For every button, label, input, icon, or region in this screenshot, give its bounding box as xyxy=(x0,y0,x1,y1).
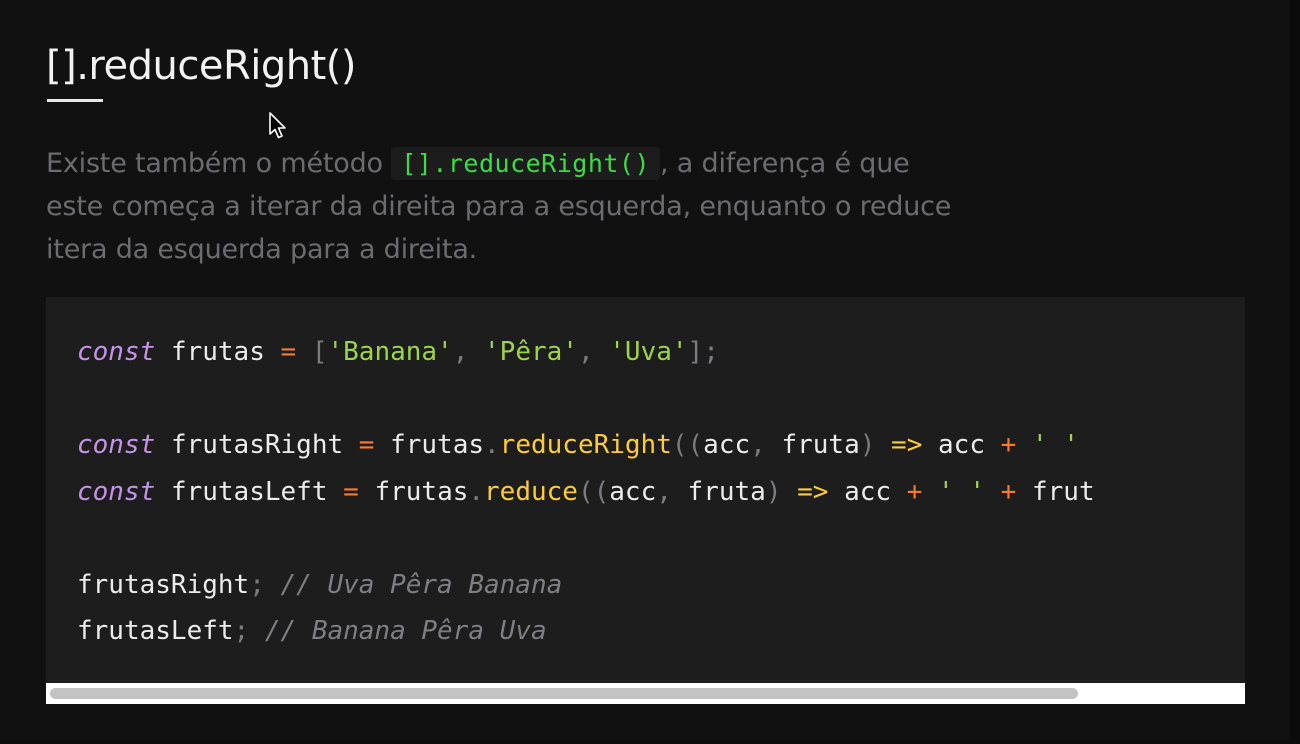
code-function: reduceRight xyxy=(499,430,672,460)
title-underline xyxy=(47,99,103,102)
code-operator: = xyxy=(343,476,359,507)
code-operator: + xyxy=(1000,476,1017,507)
code-string: 'Pêra' xyxy=(484,337,578,367)
code-punctuation: , xyxy=(656,476,672,507)
code-arrow: => xyxy=(891,430,923,460)
code-punctuation: (( xyxy=(671,430,704,460)
code-comment: // Banana Pêra Uva xyxy=(264,616,547,646)
code-punctuation: . xyxy=(468,476,485,507)
code-identifier: frutas xyxy=(374,476,469,507)
description-text: Existe também o método xyxy=(46,148,392,179)
slide-frame: [].reduceRight() Existe também o método … xyxy=(0,0,1290,740)
code-block[interactable]: const frutas = ['Banana', 'Pêra', 'Uva']… xyxy=(46,297,1245,683)
code-arrow: => xyxy=(797,476,829,507)
horizontal-scrollbar[interactable] xyxy=(46,683,1245,704)
code-punctuation: ; xyxy=(249,569,265,600)
description-text: itera da esquerda para a direita. xyxy=(46,234,478,265)
page-title: [].reduceRight() xyxy=(46,43,357,89)
code-identifier: frutasRight xyxy=(170,430,344,460)
code-string: 'Uva' xyxy=(609,337,688,367)
code-punctuation: . xyxy=(484,430,500,460)
code-punctuation: , xyxy=(577,337,594,367)
mouse-pointer-icon xyxy=(269,112,286,139)
code-comment: // Uva Pêra Banana xyxy=(280,569,563,600)
code-identifier: acc xyxy=(938,430,985,460)
code-punctuation: ) xyxy=(859,430,876,460)
code-function: reduce xyxy=(484,476,578,507)
code-identifier: acc xyxy=(703,430,751,460)
scrollbar-thumb[interactable] xyxy=(50,688,1078,699)
code-keyword: const xyxy=(77,430,156,460)
code-keyword: const xyxy=(77,337,156,367)
code-identifier: frutasLeft xyxy=(77,616,234,646)
code-identifier: acc xyxy=(844,476,892,507)
code-keyword: const xyxy=(77,476,156,507)
description: Existe também o método [].reduceRight(),… xyxy=(46,142,1166,271)
code-string: ' ' xyxy=(938,476,986,507)
code-punctuation: (( xyxy=(577,476,610,507)
code-punctuation: ]; xyxy=(687,337,719,367)
description-text: este começa a iterar da direita para a e… xyxy=(46,191,952,222)
code-identifier: frutasRight xyxy=(77,569,250,600)
inline-code: [].reduceRight() xyxy=(391,147,661,180)
code-identifier: frutas xyxy=(170,337,265,367)
code-operator: + xyxy=(906,476,923,507)
code-identifier: frutas xyxy=(390,430,485,460)
code-punctuation: ; xyxy=(233,616,250,646)
code-punctuation: ) xyxy=(765,476,782,507)
code-content: const frutas = ['Banana', 'Pêra', 'Uva']… xyxy=(77,329,1095,655)
code-operator: = xyxy=(358,430,375,460)
code-string: 'Banana' xyxy=(327,337,453,367)
code-identifier: frutasLeft xyxy=(170,476,328,507)
code-string: ' ' xyxy=(1031,430,1079,460)
code-punctuation: , xyxy=(750,430,766,460)
description-text: , a diferença é que xyxy=(660,148,910,179)
code-identifier: frut xyxy=(1031,476,1095,507)
code-punctuation: , xyxy=(452,337,469,367)
code-identifier: fruta xyxy=(781,430,860,460)
code-punctuation: [ xyxy=(311,337,328,367)
code-operator: + xyxy=(1000,430,1017,460)
code-operator: = xyxy=(280,337,297,367)
code-identifier: acc xyxy=(609,476,657,507)
code-identifier: fruta xyxy=(687,476,766,507)
